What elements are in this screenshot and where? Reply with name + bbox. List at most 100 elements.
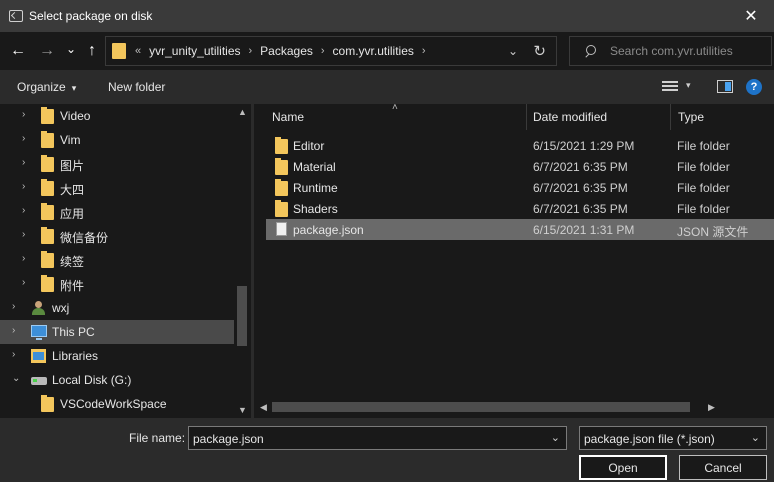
file-row[interactable]: package.json 6/15/2021 1:31 PM JSON 源文件	[266, 219, 774, 240]
file-list-horizontal-scrollbar[interactable]: ◀ ▶	[254, 399, 774, 416]
tree-item-label: This PC	[52, 325, 95, 339]
close-icon[interactable]: ✕	[728, 0, 774, 32]
open-button[interactable]: Open	[579, 455, 667, 480]
tree-item[interactable]: › 应用	[0, 200, 234, 224]
expand-chevron-icon[interactable]: ›	[22, 109, 25, 120]
recent-locations-chevron-icon[interactable]: ⌄	[61, 39, 81, 59]
expand-chevron-icon[interactable]: ›	[22, 133, 25, 144]
tree-item[interactable]: › 续签	[0, 248, 234, 272]
tree-item-local-disk-g[interactable]: ⌄ Local Disk (G:)	[0, 368, 234, 392]
file-type-filter-value[interactable]: package.json file (*.json)	[584, 432, 715, 446]
folder-icon	[41, 107, 54, 124]
forward-arrow-icon[interactable]: →	[37, 41, 57, 61]
file-name: Runtime	[293, 181, 338, 195]
tree-item[interactable]: › 大四	[0, 176, 234, 200]
organize-button[interactable]: Organize ▾	[17, 80, 76, 94]
file-name: Shaders	[293, 202, 338, 216]
title-bar: Select package on disk ✕	[0, 0, 774, 32]
collapse-chevron-icon[interactable]: ⌄	[12, 373, 20, 384]
breadcrumb-segment[interactable]: com.yvr.utilities	[333, 44, 414, 58]
folder-icon	[41, 275, 54, 292]
folder-icon	[41, 395, 54, 412]
column-header-name[interactable]: Name	[272, 104, 522, 130]
column-divider[interactable]	[526, 104, 527, 130]
file-row[interactable]: Material 6/7/2021 6:35 PM File folder	[266, 156, 774, 177]
drive-icon	[31, 377, 47, 385]
refresh-icon[interactable]: ↻	[533, 42, 546, 60]
view-options-caret-icon[interactable]: ▾	[686, 80, 691, 91]
folder-icon	[112, 43, 126, 59]
folder-icon	[275, 179, 288, 196]
tree-item-video[interactable]: › Video	[0, 104, 234, 128]
scroll-right-icon[interactable]: ▶	[708, 402, 715, 413]
file-name-dropdown-icon[interactable]: ⌄	[551, 431, 560, 444]
breadcrumb-segment[interactable]: Packages	[260, 44, 313, 58]
scrollbar-thumb[interactable]	[237, 286, 247, 346]
column-divider[interactable]	[670, 104, 671, 130]
address-bar[interactable]: « yvr_unity_utilities › Packages › com.y…	[105, 36, 557, 66]
view-options-icon[interactable]	[662, 81, 678, 93]
tree-item-vscodeworkspace[interactable]: VSCodeWorkSpace	[0, 392, 234, 416]
library-icon	[31, 349, 46, 363]
expand-chevron-icon[interactable]: ›	[22, 181, 25, 192]
breadcrumb-segment[interactable]: yvr_unity_utilities	[149, 44, 240, 58]
file-type-dropdown-icon[interactable]: ⌄	[751, 431, 760, 444]
back-arrow-icon[interactable]: ←	[8, 41, 28, 61]
expand-chevron-icon[interactable]: ›	[22, 205, 25, 216]
file-name-value[interactable]: package.json	[193, 432, 264, 446]
file-type: File folder	[677, 139, 730, 153]
file-name: package.json	[293, 223, 364, 237]
file-name-label: File name:	[129, 431, 186, 445]
expand-chevron-icon[interactable]: ›	[22, 157, 25, 168]
tree-item[interactable]: › 图片	[0, 152, 234, 176]
new-folder-button[interactable]: New folder	[108, 80, 165, 94]
scroll-left-icon[interactable]: ◀	[260, 402, 267, 413]
cancel-button[interactable]: Cancel	[679, 455, 767, 480]
scrollbar-thumb[interactable]	[272, 402, 690, 412]
preview-pane-icon[interactable]	[717, 80, 733, 93]
tree-item-wxj[interactable]: › wxj	[0, 296, 234, 320]
up-arrow-icon[interactable]: ↑	[82, 41, 102, 61]
tree-item-label: Local Disk (G:)	[52, 373, 132, 387]
tree-item[interactable]: › 微信备份	[0, 224, 234, 248]
tree-item[interactable]: › 附件	[0, 272, 234, 296]
expand-chevron-icon[interactable]: ›	[12, 325, 15, 336]
search-input[interactable]	[610, 44, 760, 58]
expand-chevron-icon[interactable]: ›	[12, 349, 15, 360]
breadcrumb-separator-icon[interactable]: ›	[249, 45, 253, 57]
tree-item-label: 附件	[60, 279, 85, 293]
scroll-down-icon[interactable]: ▼	[238, 405, 247, 415]
help-icon[interactable]: ?	[746, 79, 762, 95]
expand-chevron-icon[interactable]: ›	[22, 229, 25, 240]
tree-item-this-pc[interactable]: › This PC	[0, 320, 234, 344]
address-dropdown-icon[interactable]: ⌄	[508, 44, 518, 58]
tree-item-label: 图片	[60, 159, 85, 173]
column-header-type[interactable]: Type	[678, 104, 768, 130]
breadcrumb-separator-icon[interactable]: ›	[422, 45, 426, 57]
folder-icon	[41, 203, 54, 220]
folder-icon	[41, 131, 54, 148]
file-row[interactable]: Runtime 6/7/2021 6:35 PM File folder	[266, 177, 774, 198]
file-name: Material	[293, 160, 336, 174]
scroll-up-icon[interactable]: ▲	[238, 107, 247, 117]
file-row[interactable]: Shaders 6/7/2021 6:35 PM File folder	[266, 198, 774, 219]
file-name-input[interactable]: package.json ⌄	[188, 426, 567, 450]
file-date: 6/7/2021 6:35 PM	[533, 160, 628, 174]
expand-chevron-icon[interactable]: ›	[12, 301, 15, 312]
expand-chevron-icon[interactable]: ›	[22, 253, 25, 264]
column-header-date-modified[interactable]: Date modified	[533, 104, 669, 130]
search-box[interactable]	[569, 36, 772, 66]
tree-item-vim[interactable]: › Vim	[0, 128, 234, 152]
tree-item-label: Libraries	[52, 349, 99, 363]
tree-item-label: Video	[60, 109, 91, 123]
tree-item-libraries[interactable]: › Libraries	[0, 344, 234, 368]
navigation-pane-scrollbar[interactable]: ▲ ▼	[234, 104, 251, 418]
file-row[interactable]: Editor 6/15/2021 1:29 PM File folder	[266, 135, 774, 156]
file-type: File folder	[677, 202, 730, 216]
expand-chevron-icon[interactable]: ›	[22, 277, 25, 288]
file-type-filter-select[interactable]: package.json file (*.json) ⌄	[579, 426, 767, 450]
overflow-chevron-icon[interactable]: «	[135, 45, 141, 57]
breadcrumb-separator-icon[interactable]: ›	[321, 45, 325, 57]
tree-item-label: 大四	[60, 183, 85, 197]
folder-icon	[41, 179, 54, 196]
